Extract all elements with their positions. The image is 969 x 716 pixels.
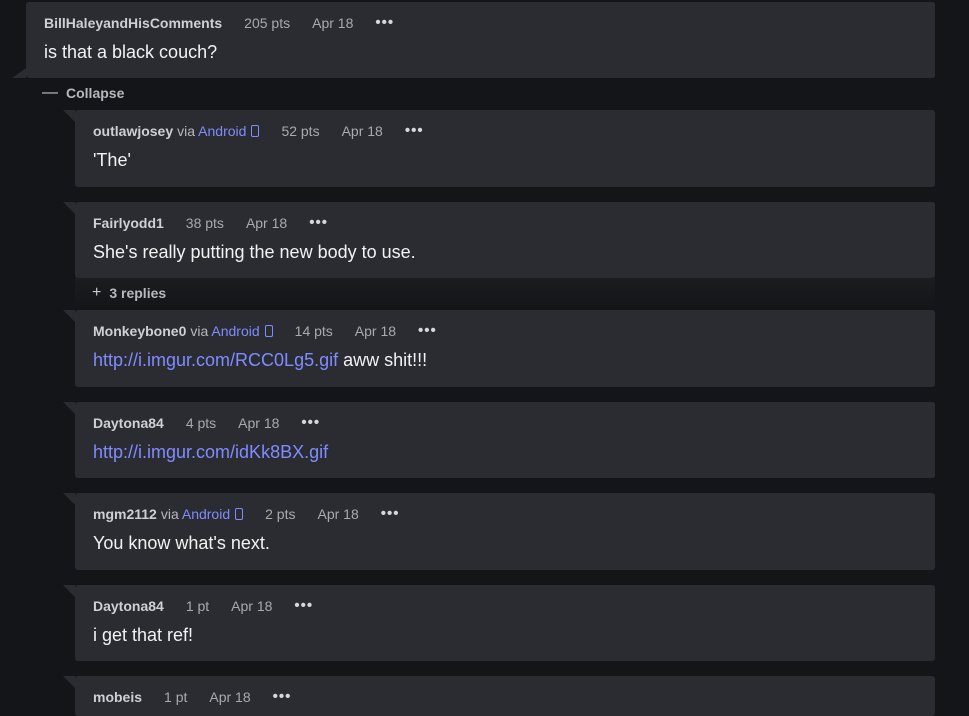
comment-author[interactable]: mgm2112 bbox=[93, 506, 157, 522]
comment-card: Daytona84 4 pts Apr 18 ••• http://i.imgu… bbox=[63, 402, 935, 478]
comment-card: Daytona84 1 pt Apr 18 ••• i get that ref… bbox=[63, 585, 935, 661]
comment-author[interactable]: Fairlyodd1 bbox=[93, 215, 164, 231]
comment-body: She's really putting the new body to use… bbox=[93, 242, 416, 262]
replies-divider bbox=[75, 278, 935, 308]
comment-card: mobeis 1 pt Apr 18 ••• bbox=[63, 676, 935, 716]
phone-icon bbox=[264, 325, 273, 337]
platform-link[interactable]: Android bbox=[182, 506, 230, 522]
comment-meta: Daytona84 1 pt Apr 18 ••• bbox=[93, 598, 313, 614]
comment-author[interactable]: mobeis bbox=[93, 689, 142, 705]
platform-link[interactable]: Android bbox=[198, 123, 246, 139]
more-options-icon[interactable]: ••• bbox=[309, 215, 328, 230]
comment-points: 1 pt bbox=[185, 598, 210, 614]
more-options-icon[interactable]: ••• bbox=[375, 15, 394, 30]
comment-date[interactable]: Apr 18 bbox=[231, 598, 272, 614]
more-options-icon[interactable]: ••• bbox=[273, 689, 292, 704]
more-options-icon[interactable]: ••• bbox=[381, 506, 400, 521]
comment-author[interactable]: outlawjosey bbox=[93, 123, 173, 139]
comment-points: 4 pts bbox=[185, 415, 217, 431]
comment-points: 52 pts bbox=[281, 123, 320, 139]
more-options-icon[interactable]: ••• bbox=[405, 123, 424, 138]
comment-meta: BillHaleyandHisComments 205 pts Apr 18 •… bbox=[44, 15, 394, 31]
comment-date[interactable]: Apr 18 bbox=[312, 15, 353, 31]
comment-meta: mgm2112 via Android 2 pts Apr 18 ••• bbox=[93, 506, 400, 522]
via-platform: via Android bbox=[177, 123, 260, 139]
expand-icon: + bbox=[92, 284, 102, 301]
collapse-icon: — bbox=[42, 84, 58, 101]
via-label: via bbox=[190, 323, 209, 339]
comment-date[interactable]: Apr 18 bbox=[342, 123, 383, 139]
comment-meta: Fairlyodd1 38 pts Apr 18 ••• bbox=[93, 215, 328, 231]
comment-points: 38 pts bbox=[185, 215, 224, 231]
comment-date[interactable]: Apr 18 bbox=[246, 215, 287, 231]
comment-card: outlawjosey via Android 52 pts Apr 18 ••… bbox=[63, 110, 935, 187]
collapse-label: Collapse bbox=[66, 85, 125, 101]
comment-author[interactable]: Daytona84 bbox=[93, 415, 164, 431]
comment-meta: mobeis 1 pt Apr 18 ••• bbox=[93, 689, 291, 705]
comment-card: mgm2112 via Android 2 pts Apr 18 ••• You… bbox=[63, 493, 935, 570]
comment-meta: outlawjosey via Android 52 pts Apr 18 ••… bbox=[93, 123, 424, 139]
comment-card: BillHaleyandHisComments 205 pts Apr 18 •… bbox=[12, 2, 935, 78]
comment-date[interactable]: Apr 18 bbox=[317, 506, 358, 522]
comment-body: You know what's next. bbox=[93, 533, 270, 553]
via-platform: via Android bbox=[160, 506, 244, 522]
collapse-button[interactable]: — Collapse bbox=[42, 84, 124, 102]
comment-points: 1 pt bbox=[164, 689, 188, 705]
comment-date[interactable]: Apr 18 bbox=[238, 415, 279, 431]
comment-points: 205 pts bbox=[244, 15, 291, 31]
comment-date[interactable]: Apr 18 bbox=[355, 323, 396, 339]
more-options-icon[interactable]: ••• bbox=[294, 598, 313, 613]
comment-card: Monkeybone0 via Android 14 pts Apr 18 ••… bbox=[63, 310, 935, 387]
comment-card: Fairlyodd1 38 pts Apr 18 ••• She's reall… bbox=[63, 202, 935, 278]
more-options-icon[interactable]: ••• bbox=[418, 323, 437, 338]
comment-date[interactable]: Apr 18 bbox=[209, 689, 250, 705]
via-label: via bbox=[177, 123, 196, 139]
via-platform: via Android bbox=[190, 323, 273, 339]
expand-replies-button[interactable]: + 3 replies bbox=[92, 284, 166, 302]
comment-author[interactable]: Monkeybone0 bbox=[93, 323, 186, 339]
comment-link[interactable]: http://i.imgur.com/idKk8BX.gif bbox=[93, 442, 328, 462]
more-options-icon[interactable]: ••• bbox=[301, 415, 320, 430]
comment-meta: Daytona84 4 pts Apr 18 ••• bbox=[93, 415, 320, 431]
via-label: via bbox=[160, 506, 179, 522]
comment-link[interactable]: http://i.imgur.com/RCC0Lg5.gif bbox=[93, 350, 338, 370]
comment-author[interactable]: BillHaleyandHisComments bbox=[44, 15, 222, 31]
comment-body: is that a black couch? bbox=[44, 42, 218, 62]
comment-points: 2 pts bbox=[265, 506, 296, 522]
comment-body: http://i.imgur.com/RCC0Lg5.gif aww shit!… bbox=[93, 350, 427, 371]
comment-points: 14 pts bbox=[294, 323, 333, 339]
comment-meta: Monkeybone0 via Android 14 pts Apr 18 ••… bbox=[93, 323, 437, 339]
comment-text: aww shit!!! bbox=[338, 350, 428, 370]
platform-link[interactable]: Android bbox=[211, 323, 259, 339]
comment-author[interactable]: Daytona84 bbox=[93, 598, 164, 614]
replies-count-label: 3 replies bbox=[109, 285, 167, 301]
phone-icon bbox=[251, 125, 260, 137]
comment-body: http://i.imgur.com/idKk8BX.gif bbox=[93, 442, 328, 463]
phone-icon bbox=[235, 508, 244, 520]
comment-body: i get that ref! bbox=[93, 625, 194, 645]
comment-body: 'The' bbox=[93, 150, 131, 170]
